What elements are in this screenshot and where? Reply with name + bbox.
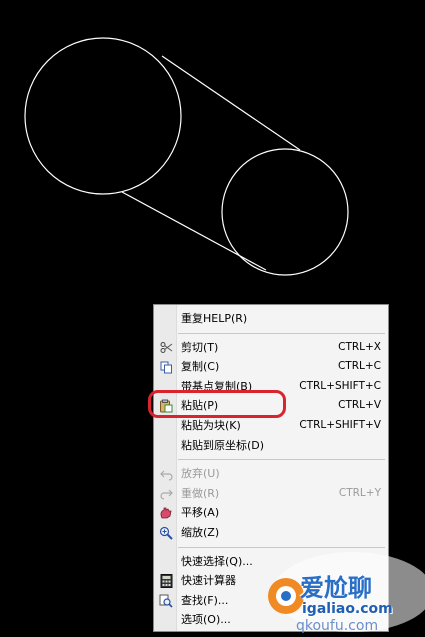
menu-item-shortcut: CTRL+SHIFT+V: [299, 418, 381, 431]
find-icon: [159, 594, 173, 608]
undo-icon: [159, 467, 173, 481]
menu-item-label: 选项(O)...: [181, 613, 231, 627]
scissors-icon: [159, 341, 173, 355]
large-circle[interactable]: [24, 37, 182, 195]
menu-item[interactable]: 复制(C) CTRL+C: [154, 357, 388, 377]
tangent-line-bottom[interactable]: [121, 191, 267, 271]
copy-icon: [159, 360, 173, 374]
menu-item-label: 重做(R): [181, 486, 220, 500]
menu-item-label: 粘贴为块(K): [181, 418, 241, 432]
menu-item[interactable]: 重复HELP(R): [154, 309, 388, 329]
menu-item-label: 平移(A): [181, 506, 220, 520]
menu-item-label: 快速计算器: [181, 574, 236, 588]
menu-separator: [178, 459, 385, 461]
watermark-text: 爱尬聊: [300, 574, 372, 602]
menu-item-label: 复制(C): [181, 360, 220, 374]
menu-item-label: 剪切(T): [181, 340, 219, 354]
menu-item[interactable]: 剪切(T) CTRL+X: [154, 338, 388, 358]
menu-item[interactable]: 缩放(Z): [154, 523, 388, 543]
menu-item[interactable]: 粘贴到原坐标(D): [154, 436, 388, 456]
menu-item-shortcut: CTRL+SHIFT+C: [299, 379, 381, 392]
menu-item-label: 重复HELP(R): [181, 312, 248, 325]
calculator-icon: [159, 574, 173, 589]
menu-item-shortcut: CTRL+V: [338, 399, 381, 412]
menu-item-label: 放弃(U): [181, 467, 220, 481]
zoom-icon: [159, 526, 173, 540]
menu-item-shortcut: CTRL+C: [337, 360, 381, 373]
watermark-sub-url: qkoufu.com: [296, 618, 379, 634]
menu-separator: [178, 332, 385, 334]
menu-item-label: 粘贴到原坐标(D): [181, 438, 265, 452]
drawing-canvas[interactable]: [0, 0, 425, 300]
menu-item[interactable]: 重做(R) CTRL+Y: [154, 484, 388, 504]
menu-item-shortcut: CTRL+X: [338, 340, 381, 353]
tangent-line-top[interactable]: [161, 55, 301, 151]
menu-item-label: 快速选择(Q)...: [181, 554, 253, 568]
paste-highlight-annotation: [148, 390, 286, 418]
watermark-url: igaliao.com: [302, 601, 393, 617]
menu-item[interactable]: 平移(A): [154, 503, 388, 523]
menu-item[interactable]: 粘贴为块(K) CTRL+SHIFT+V: [154, 416, 388, 436]
menu-item-label: 缩放(Z): [181, 525, 220, 539]
menu-item-shortcut: CTRL+Y: [338, 486, 381, 499]
pan-icon: [159, 506, 173, 520]
menu-item-label: 查找(F)...: [181, 593, 229, 607]
menu-item[interactable]: 放弃(U): [154, 464, 388, 484]
redo-icon: [159, 487, 173, 501]
